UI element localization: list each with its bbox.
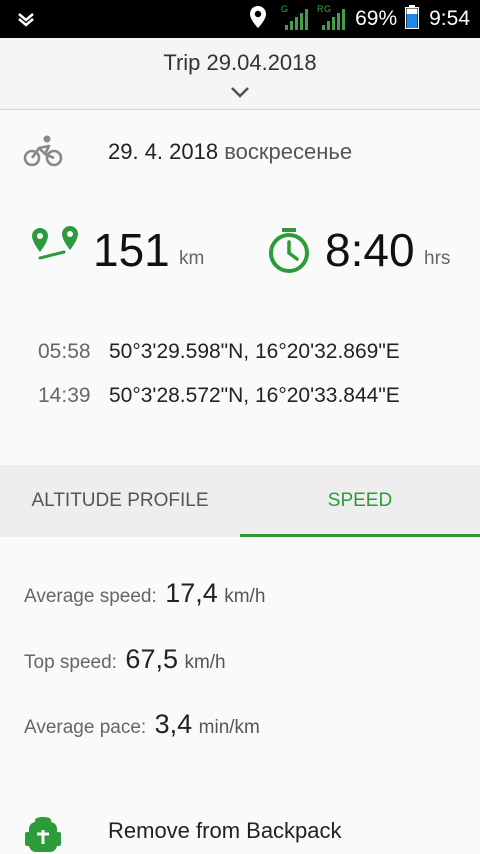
duration-value: 8:40 [325, 224, 415, 276]
trip-date-value: 29. 4. 2018 [108, 139, 219, 164]
signal-g2-label: G [324, 4, 331, 14]
trip-date-row: 29. 4. 2018 воскресенье [0, 128, 480, 176]
status-bar: G R G 69% 9:54 [0, 0, 480, 38]
route-icon [30, 224, 80, 273]
page-title: Trip 29.04.2018 [163, 50, 317, 75]
signal-r-label: R [317, 4, 324, 14]
average-speed-unit: km/h [224, 586, 266, 607]
start-time: 05:58 [38, 340, 91, 363]
cellular-signal-1-icon: G [281, 3, 309, 36]
battery-icon [405, 4, 420, 34]
distance-value: 151 [93, 224, 170, 276]
average-pace-label: Average pace: [24, 717, 147, 738]
duration-unit: hrs [424, 248, 451, 269]
status-clock: 9:54 [429, 7, 470, 30]
battery-percent: 69% [355, 7, 398, 30]
top-speed-unit: km/h [184, 652, 226, 673]
backpack-icon [25, 814, 61, 854]
trip-date: 29. 4. 2018 воскресенье [108, 139, 352, 165]
signal-g-label: G [281, 4, 288, 14]
trip-header[interactable]: Trip 29.04.2018 [0, 38, 480, 110]
average-pace-unit: min/km [198, 717, 260, 738]
top-speed-label: Top speed: [24, 652, 117, 673]
tab-altitude-profile[interactable]: ALTITUDE PROFILE [0, 465, 240, 537]
cellular-signal-2-icon: R G [317, 3, 347, 36]
top-speed-value: 67,5 [125, 644, 178, 674]
top-speed-row: Top speed: 67,5 km/h [24, 644, 226, 675]
remove-from-backpack-button[interactable]: Remove from Backpack [0, 800, 480, 854]
location-pin-icon [249, 5, 267, 34]
end-coords: 50°3'28.572"N, 16°20'33.844"E [109, 384, 400, 407]
notification-chevron-icon [16, 9, 36, 34]
remove-from-backpack-label: Remove from Backpack [108, 818, 342, 843]
average-speed-label: Average speed: [24, 586, 157, 607]
average-pace-value: 3,4 [154, 709, 193, 739]
distance-unit: km [179, 248, 205, 269]
average-speed-value: 17,4 [165, 578, 218, 608]
start-coords: 50°3'29.598"N, 16°20'32.869"E [109, 340, 400, 363]
tab-speed[interactable]: SPEED [240, 465, 480, 537]
average-pace-row: Average pace: 3,4 min/km [24, 709, 260, 740]
stopwatch-icon [266, 226, 312, 279]
average-speed-row: Average speed: 17,4 km/h [24, 578, 265, 609]
stats-tabs: ALTITUDE PROFILE SPEED [0, 465, 480, 537]
bicycle-icon [23, 134, 63, 173]
trip-weekday: воскресенье [224, 139, 353, 164]
chevron-down-icon[interactable] [229, 85, 251, 104]
end-time: 14:39 [38, 384, 91, 407]
